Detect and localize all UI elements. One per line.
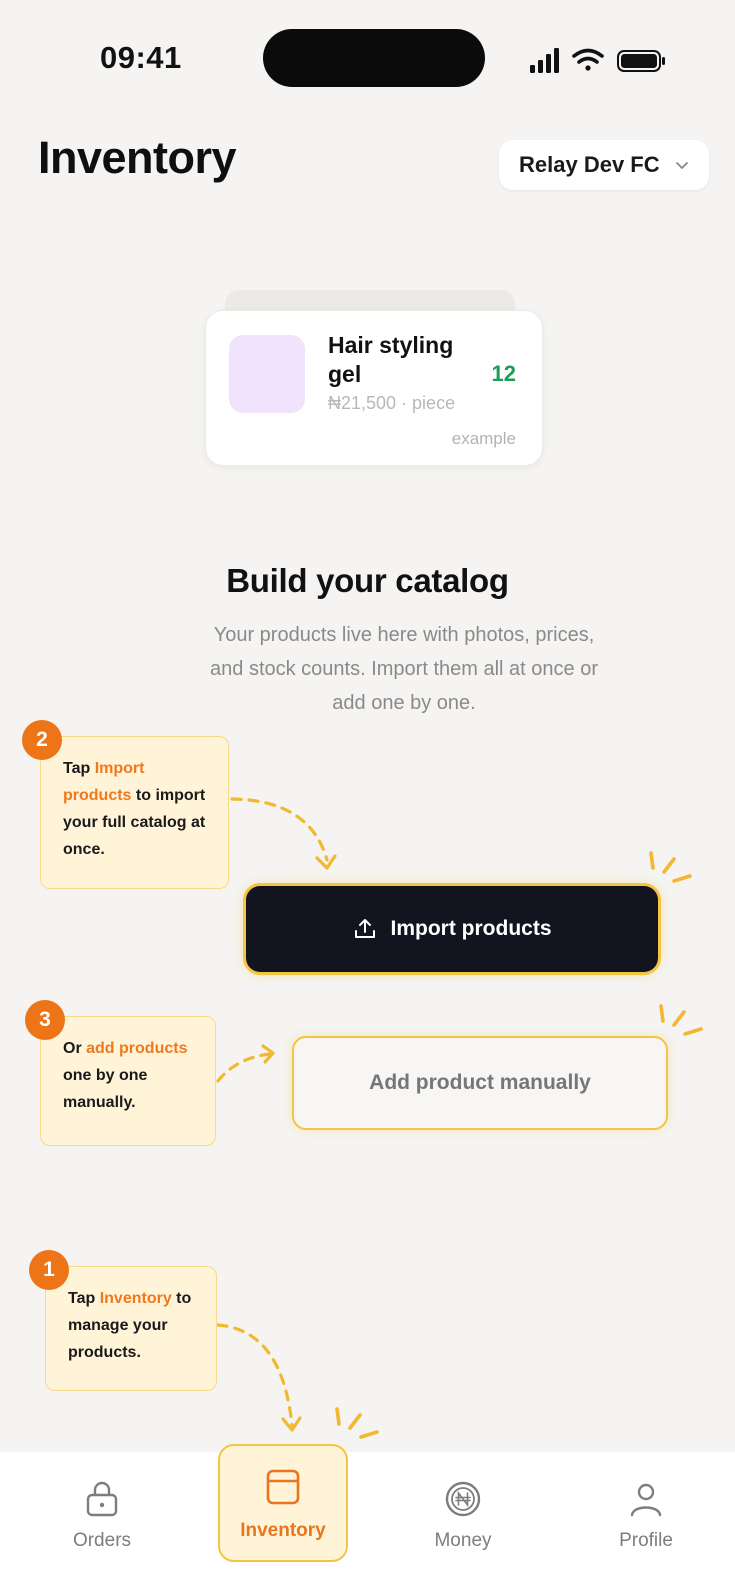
tip-2-text: Tap [63, 760, 95, 777]
tip-3-text: Or [63, 1040, 87, 1057]
naira-coin-icon [445, 1481, 481, 1517]
product-thumbnail [229, 335, 305, 413]
lock-bag-icon [86, 1481, 118, 1517]
dynamic-island [263, 29, 485, 87]
arrow-tip1-icon [216, 1323, 294, 1427]
import-products-button[interactable]: Import products [246, 886, 658, 972]
coachmark-tip-2: Tap Import products to import your full … [40, 736, 229, 889]
example-product-card: Hair styling gel 12 ₦21,500 · piece exam… [205, 310, 543, 466]
add-product-manually-label: Add product manually [369, 1071, 591, 1094]
team-selector-label: Relay Dev FC [519, 152, 660, 177]
inventory-box-icon [266, 1469, 300, 1505]
tab-money-label: Money [434, 1530, 492, 1551]
status-icons [530, 48, 665, 73]
coachmark-tip-3: Or add products one by one manually. [40, 1016, 216, 1146]
step-badge-3: 3 [25, 1000, 65, 1040]
import-products-label: Import products [390, 917, 552, 940]
bottom-tab-bar: Orders Money Profile [0, 1452, 735, 1589]
step-badge-1: 1 [29, 1250, 69, 1290]
battery-icon [617, 50, 665, 72]
tip-3-text-end: one by one manually. [63, 1067, 148, 1111]
empty-state-heading: Build your catalog [226, 562, 509, 599]
tab-money[interactable]: Money [411, 1452, 515, 1589]
signal-icon [530, 48, 559, 73]
step-badge-2: 2 [22, 720, 62, 760]
product-name: Hair styling gel [328, 332, 454, 387]
team-selector[interactable]: Relay Dev FC [499, 140, 709, 190]
example-tag: example [451, 429, 516, 448]
tab-inventory-label: Inventory [240, 1520, 326, 1541]
tip-3-highlight: add products [86, 1040, 188, 1057]
status-time: 09:41 [100, 40, 182, 75]
page-title: Inventory [38, 132, 237, 183]
tip-1-highlight: Inventory [99, 1290, 172, 1307]
tab-inventory[interactable]: Inventory [218, 1444, 348, 1562]
arrow-tip3-icon [216, 1052, 272, 1083]
coachmark-tip-1: Tap Inventory to manage your products. [45, 1266, 217, 1391]
empty-state-description: Your products live here with photos, pri… [210, 624, 598, 714]
arrow-tip2-icon [230, 797, 329, 862]
tab-profile-label: Profile [619, 1530, 673, 1551]
product-stock-count: 12 [491, 361, 516, 386]
tip-1-text: Tap [68, 1290, 100, 1307]
add-product-manually-button[interactable]: Add product manually [292, 1036, 668, 1130]
wifi-icon [572, 48, 604, 71]
person-icon [630, 1483, 662, 1517]
upload-icon [354, 919, 375, 938]
tab-orders[interactable]: Orders [50, 1452, 154, 1589]
tab-orders-label: Orders [72, 1530, 132, 1551]
tab-profile[interactable]: Profile [594, 1452, 698, 1589]
chevron-down-icon [675, 162, 688, 169]
product-price: ₦21,500 · piece [328, 393, 456, 413]
